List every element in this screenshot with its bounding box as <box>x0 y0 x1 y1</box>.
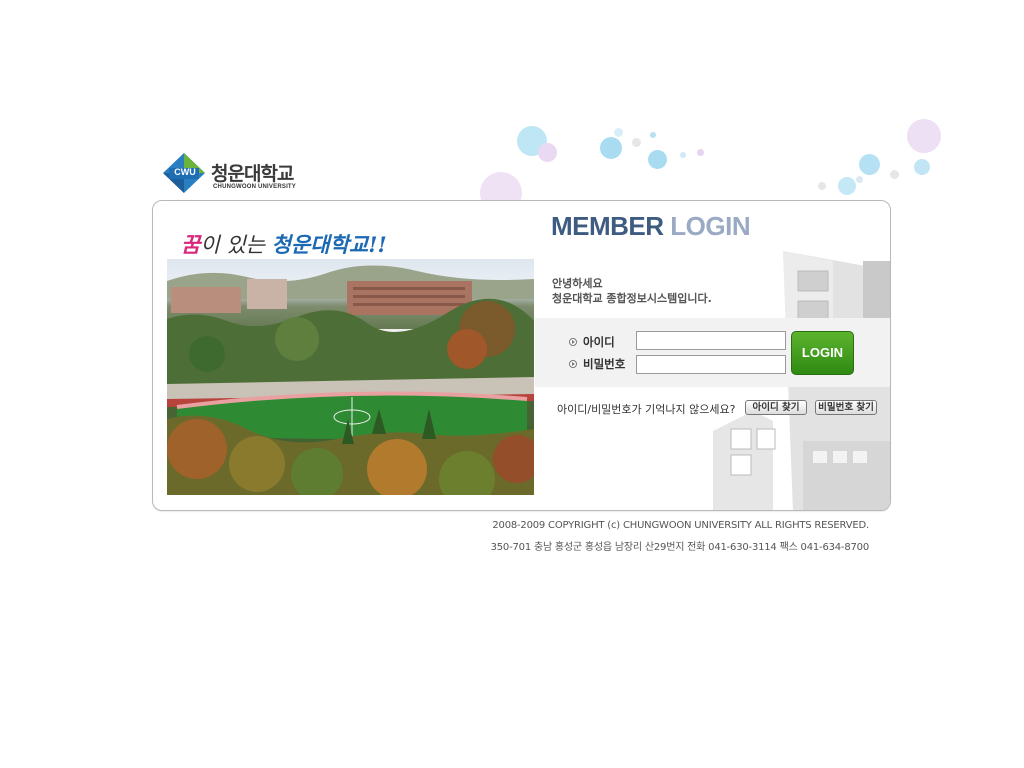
slogan-university: 청운대학교!! <box>271 232 387 257</box>
decor-bubble <box>632 138 641 147</box>
decor-bubble <box>614 128 623 137</box>
id-input[interactable] <box>636 331 786 350</box>
circle-arrow-bullet-icon <box>569 360 577 368</box>
decor-bubble <box>838 177 856 195</box>
decor-bubble <box>648 150 667 169</box>
greeting-line2: 청운대학교 종합정보시스템입니다. <box>552 292 712 305</box>
decor-bubble <box>600 137 622 159</box>
footer-copyright: 2008-2009 COPYRIGHT (c) CHUNGWOON UNIVER… <box>492 520 869 531</box>
slogan: 꿈이 있는 청운대학교!! <box>181 229 387 259</box>
forgot-credentials-text: 아이디/비밀번호가 기억나지 않으세요? <box>557 403 736 416</box>
login-card: 꿈이 있는 청운대학교!! MEMBER LOGIN 안녕하세요 청운대학교 종… <box>152 200 891 511</box>
logo-name: 청운대학교 <box>211 163 294 185</box>
find-password-button[interactable]: 비밀번호 찾기 <box>815 400 877 415</box>
footer-address: 350-701 충남 홍성군 홍성읍 남장리 산29번지 전화 041-630-… <box>490 542 870 553</box>
id-label: 아이디 <box>583 335 615 349</box>
title-login: LOGIN <box>670 211 751 241</box>
title-member: MEMBER <box>551 211 664 241</box>
decor-bubble <box>890 170 899 179</box>
password-input[interactable] <box>636 355 786 374</box>
decor-bubble <box>697 149 704 156</box>
circle-arrow-bullet-icon <box>569 338 577 346</box>
login-button[interactable]: LOGIN <box>791 331 854 375</box>
find-id-button[interactable]: 아이디 찾기 <box>745 400 807 415</box>
decor-bubble <box>650 132 656 138</box>
login-page: CWU 청운대학교 CHUNGWOON UNIVERSITY 꿈이 있는 청운대… <box>0 0 1024 768</box>
page-title: MEMBER LOGIN <box>551 211 751 242</box>
decor-bubble <box>859 154 880 175</box>
campus-photo <box>167 259 534 495</box>
greeting-line1: 안녕하세요 <box>552 277 603 290</box>
slogan-dream: 꿈 <box>181 232 201 257</box>
university-logo[interactable]: CWU 청운대학교 CHUNGWOON UNIVERSITY <box>163 153 313 193</box>
decor-bubble <box>856 176 863 183</box>
decor-bubble <box>680 152 686 158</box>
decor-bubble <box>907 119 941 153</box>
password-label: 비밀번호 <box>583 357 626 371</box>
decor-bubble <box>818 182 826 190</box>
logo-subname: CHUNGWOON UNIVERSITY <box>213 184 297 190</box>
slogan-middle: 이 있는 <box>200 233 272 257</box>
decor-bubble <box>914 159 930 175</box>
logo-mark-text: CWU <box>174 167 196 177</box>
decor-bubble <box>538 143 557 162</box>
greeting: 안녕하세요 청운대학교 종합정보시스템입니다. <box>552 276 712 306</box>
